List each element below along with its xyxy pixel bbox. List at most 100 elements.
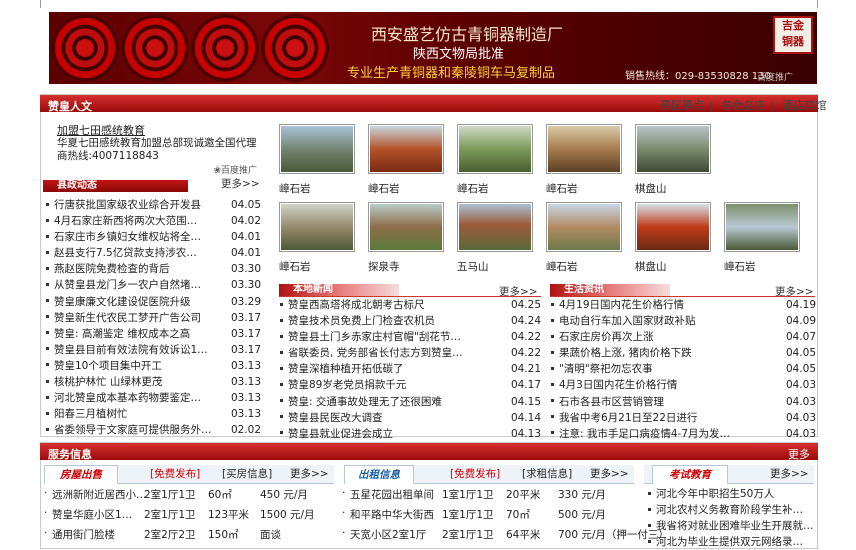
photo-caption[interactable]: 嶂石岩 bbox=[279, 181, 311, 196]
side-ad-title[interactable]: 加盟七田感统教育 bbox=[57, 124, 257, 137]
side-ad[interactable]: 加盟七田感统教育 华夏七田感统教育加盟总部现诚邀全国代理商热线:40071188… bbox=[57, 124, 257, 178]
list-item[interactable]: 河北为毕业生提供双元网络录… bbox=[644, 534, 816, 550]
scenic-photo[interactable] bbox=[279, 124, 355, 174]
list-item-title[interactable]: 省委领导于文家庭可提供服务外… bbox=[54, 424, 212, 436]
list-item[interactable]: 赞皇: 交通事故处理无了还很困难 04.15 bbox=[276, 394, 541, 410]
list-item-title[interactable]: 4月石家庄新西将两次大范围… bbox=[54, 215, 197, 227]
list-item-title[interactable]: 赞皇县目前有效法院有效诉讼1… bbox=[54, 344, 208, 356]
list-item[interactable]: 赞皇西高塔将成北朝考古标尺 04.25 bbox=[276, 297, 541, 313]
rent-free-post[interactable]: [免费发布] bbox=[450, 465, 500, 484]
tab-shops[interactable]: 各色名店 bbox=[721, 99, 765, 112]
scenic-photo[interactable] bbox=[457, 202, 533, 252]
list-item[interactable]: 赞皇深植种植开拓低碳了 04.21 bbox=[276, 361, 541, 377]
service-more-link[interactable]: 更多 bbox=[788, 446, 810, 462]
list-item[interactable]: 我省将对就业困难毕业生开展就… bbox=[644, 518, 816, 534]
list-item-title[interactable]: 河北今年中职招生50万人 bbox=[656, 488, 774, 500]
list-item-title[interactable]: 河北农村义务教育阶段学生补… bbox=[656, 504, 803, 516]
scenic-photo[interactable] bbox=[368, 124, 444, 174]
photo-caption[interactable]: 嶂石岩 bbox=[546, 181, 578, 196]
photo-caption[interactable]: 嶂石岩 bbox=[546, 259, 578, 274]
house-free-post[interactable]: [免费发布] bbox=[150, 465, 200, 484]
list-item-title[interactable]: 石家庄房价再次上涨 bbox=[559, 331, 654, 343]
scenic-photo[interactable] bbox=[546, 202, 622, 252]
listing-title[interactable]: 通用街门脸楼 bbox=[52, 527, 115, 542]
dynamic-more-link[interactable]: 更多>> bbox=[221, 176, 260, 191]
rent-more-link[interactable]: 更多>> bbox=[590, 465, 629, 484]
list-item-title[interactable]: 我省将对就业困难毕业生开展就… bbox=[656, 520, 814, 532]
listing-title[interactable]: 天宽小区2室1厅 bbox=[350, 527, 426, 542]
list-item-title[interactable]: 赞皇县土门乡赤家庄村官帽"刮花节… bbox=[288, 331, 461, 343]
list-item-title[interactable]: 省联委员, 党务部省长付志方到赞皇… bbox=[288, 347, 463, 359]
list-item[interactable]: 4月石家庄新西将两次大范围… 04.02 bbox=[42, 213, 261, 229]
list-item[interactable]: 赞皇: 高潮鉴定 维权成本之高 03.17 bbox=[42, 326, 261, 342]
list-item[interactable]: 赞皇县就业促进会成立 04.13 bbox=[276, 426, 541, 442]
list-item[interactable]: 阳春三月植树忙 03.13 bbox=[42, 406, 261, 422]
banner-ad[interactable]: 西安盛艺仿古青铜器制造厂 陕西文物局批准 专业生产青铜器和秦陵铜车马复制品 销售… bbox=[49, 12, 817, 84]
list-item[interactable]: 燕赵医院免费检查的背后 03.30 bbox=[42, 261, 261, 277]
listing-title[interactable]: 远洲新附近居西小… bbox=[52, 487, 147, 502]
list-item[interactable]: 赵县支行7.5亿贷款支持涉农… 04.01 bbox=[42, 245, 261, 261]
list-item-title[interactable]: 阳春三月植树忙 bbox=[54, 408, 128, 420]
tab-house-sale[interactable]: 房屋出售 bbox=[44, 465, 118, 484]
list-item-title[interactable]: 注意: 我市手足口病疫情4-7月为发… bbox=[559, 428, 730, 440]
list-item[interactable]: 省联委员, 党务部省长付志方到赞皇… 04.22 bbox=[276, 345, 541, 361]
listing-title[interactable]: 和平路中华大街西 bbox=[350, 507, 434, 522]
scenic-photo[interactable] bbox=[457, 124, 533, 174]
list-item-title[interactable]: 电动自行车加入国家财政补贴 bbox=[559, 315, 696, 327]
photo-caption[interactable]: 探泉寺 bbox=[368, 259, 400, 274]
photo-caption[interactable]: 五马山 bbox=[457, 259, 489, 274]
list-item-title[interactable]: 4月19日国内花生价格行情 bbox=[559, 299, 684, 311]
scenic-photo[interactable] bbox=[368, 202, 444, 252]
list-item-title[interactable]: 核桃护林忙 山绿林更茂 bbox=[54, 376, 162, 388]
list-item-title[interactable]: 我省中考6月21日至22日进行 bbox=[559, 412, 697, 424]
list-item-title[interactable]: 赞皇深植种植开拓低碳了 bbox=[288, 363, 404, 375]
photo-caption[interactable]: 棋盘山 bbox=[635, 259, 667, 274]
list-item[interactable]: 4月3日国内花生价格行情 04.03 bbox=[547, 377, 816, 393]
scenic-photo[interactable] bbox=[635, 124, 711, 174]
list-item-title[interactable]: "清明"祭祀勿忘农事 bbox=[559, 363, 653, 375]
list-item-title[interactable]: 石家庄市乡镇妇女维权站将全… bbox=[54, 231, 201, 243]
scenic-photo[interactable] bbox=[279, 202, 355, 252]
list-item-title[interactable]: 行唐获批国家级农业综合开发县 bbox=[54, 199, 201, 211]
list-item[interactable]: 河北今年中职招生50万人 bbox=[644, 486, 816, 502]
house-more-link[interactable]: 更多>> bbox=[290, 465, 329, 484]
list-item[interactable]: 石市各县市区营销管理 04.03 bbox=[547, 394, 816, 410]
list-item[interactable]: 赞皇10个项目集中开工 03.13 bbox=[42, 358, 261, 374]
tab-scenic[interactable]: 景区景点 bbox=[660, 99, 704, 112]
scenic-photo[interactable] bbox=[546, 124, 622, 174]
list-item[interactable]: 果蔬价格上涨, 猪肉价格下跌 04.05 bbox=[547, 345, 816, 361]
list-item[interactable]: 赞皇康廉文化建设促医院升级 03.29 bbox=[42, 294, 261, 310]
list-item-title[interactable]: 4月3日国内花生价格行情 bbox=[559, 379, 677, 391]
list-item-title[interactable]: 赞皇: 交通事故处理无了还很困难 bbox=[288, 396, 442, 408]
list-item[interactable]: 我省中考6月21日至22日进行 04.03 bbox=[547, 410, 816, 426]
listing-title[interactable]: 赞皇华庭小区1… bbox=[52, 507, 132, 522]
house-buy-info[interactable]: [买房信息] bbox=[222, 465, 272, 484]
list-item[interactable]: 石家庄房价再次上涨 04.07 bbox=[547, 329, 816, 345]
photo-caption[interactable]: 嶂石岩 bbox=[368, 181, 400, 196]
list-item-title[interactable]: 赞皇康廉文化建设促医院升级 bbox=[54, 296, 191, 308]
rent-seek-info[interactable]: [求租信息] bbox=[522, 465, 572, 484]
list-item-title[interactable]: 赞皇县就业促进会成立 bbox=[288, 428, 393, 440]
photo-caption[interactable]: 嶂石岩 bbox=[279, 259, 311, 274]
list-item-title[interactable]: 从赞皇县龙门乡一农户自然堵… bbox=[54, 279, 201, 291]
tab-edu[interactable]: 考试教育 bbox=[652, 465, 728, 484]
list-item-title[interactable]: 河北为毕业生提供双元网络录… bbox=[656, 536, 803, 548]
list-item-title[interactable]: 赞皇89岁老党员捐款千元 bbox=[288, 379, 406, 391]
list-item-title[interactable]: 河北赞皇成本基本药物要鉴定… bbox=[54, 392, 201, 404]
list-item[interactable]: 行唐获批国家级农业综合开发县 04.05 bbox=[42, 197, 261, 213]
list-item[interactable]: "清明"祭祀勿忘农事 04.05 bbox=[547, 361, 816, 377]
list-item[interactable]: 赞皇县目前有效法院有效诉讼1… 03.17 bbox=[42, 342, 261, 358]
tab-rent[interactable]: 出租信息 bbox=[344, 465, 414, 484]
list-item[interactable]: 4月19日国内花生价格行情 04.19 bbox=[547, 297, 816, 313]
list-item[interactable]: 赞皇89岁老党员捐款千元 04.17 bbox=[276, 377, 541, 393]
list-item-title[interactable]: 赞皇: 高潮鉴定 维权成本之高 bbox=[54, 328, 190, 340]
list-item-title[interactable]: 赞皇县民医改大调查 bbox=[288, 412, 383, 424]
list-item[interactable]: 赞皇县土门乡赤家庄村官帽"刮花节… 04.22 bbox=[276, 329, 541, 345]
listing-title[interactable]: 五星花园出租单间 bbox=[350, 487, 434, 502]
list-item[interactable]: 河北赞皇成本基本药物要鉴定… 03.13 bbox=[42, 390, 261, 406]
list-item-title[interactable]: 赞皇新生代农民工梦开广告公司 bbox=[54, 312, 201, 324]
list-item-title[interactable]: 果蔬价格上涨, 猪肉价格下跌 bbox=[559, 347, 692, 359]
list-item[interactable]: 注意: 我市手足口病疫情4-7月为发… 04.03 bbox=[547, 426, 816, 442]
list-item-title[interactable]: 赵县支行7.5亿贷款支持涉农… bbox=[54, 247, 197, 259]
scenic-photo[interactable] bbox=[724, 202, 800, 252]
